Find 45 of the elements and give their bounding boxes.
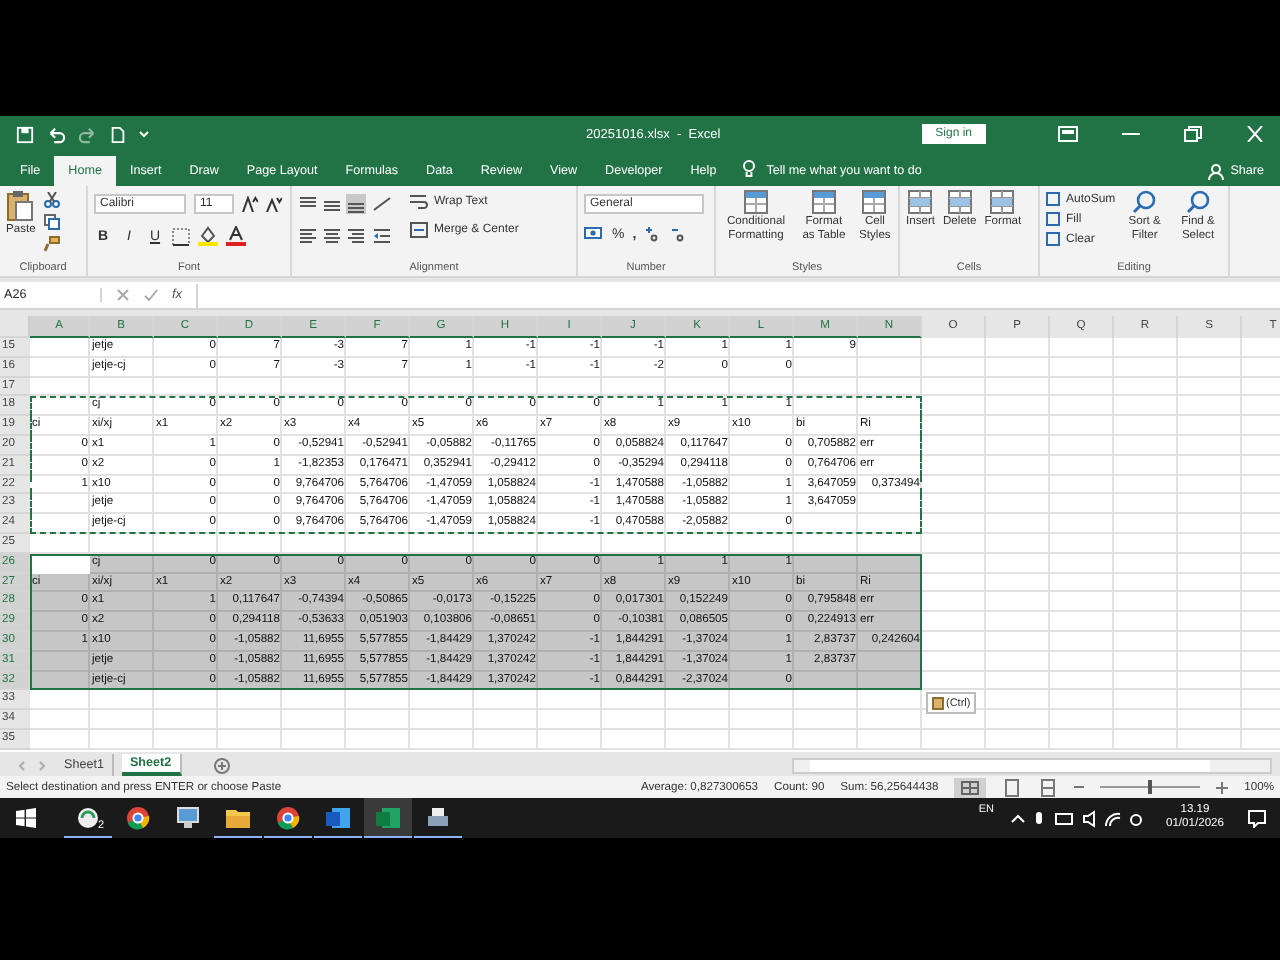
network-app-icon[interactable] — [176, 806, 200, 830]
page-break-icon[interactable] — [1038, 777, 1059, 797]
notification-icon[interactable] — [1248, 809, 1266, 827]
wrap-text-icon — [410, 194, 428, 210]
restore-icon[interactable] — [1184, 126, 1202, 142]
horizontal-scrollbar[interactable] — [792, 757, 1272, 773]
font-color-icon[interactable] — [226, 226, 246, 246]
redo-icon[interactable] — [78, 125, 98, 143]
browser-icon[interactable] — [276, 805, 300, 829]
currency-icon[interactable] — [584, 226, 604, 242]
lightbulb-icon — [742, 160, 757, 178]
undo-icon[interactable] — [46, 125, 66, 143]
spreadsheet-app-icon[interactable] — [376, 805, 400, 829]
add-sheet-icon[interactable] — [213, 757, 230, 773]
magnifier-icon — [1186, 190, 1210, 214]
zoom-slider-thumb[interactable] — [1148, 780, 1153, 794]
grow-font-icon[interactable] — [242, 196, 258, 212]
copy-icon[interactable] — [43, 214, 60, 230]
save-icon[interactable] — [16, 125, 34, 143]
magnifier-icon — [1132, 190, 1157, 214]
fill-color-icon[interactable] — [198, 226, 218, 246]
decrease-decimal-icon[interactable] — [670, 226, 689, 242]
page-layout-icon[interactable] — [1002, 777, 1023, 797]
browser-icon[interactable] — [126, 806, 150, 830]
increase-decimal-icon[interactable] — [644, 226, 663, 242]
clipboard-icon — [932, 696, 944, 710]
merge-icon — [410, 222, 428, 238]
format-painter-icon[interactable] — [43, 236, 60, 252]
person-icon — [1208, 163, 1225, 179]
shrink-font-icon[interactable] — [266, 196, 282, 212]
close-icon[interactable] — [1246, 126, 1264, 142]
new-file-icon[interactable] — [110, 125, 126, 143]
normal-view-icon[interactable] — [954, 777, 987, 797]
scissors-icon[interactable] — [43, 192, 60, 208]
borders-icon[interactable] — [172, 227, 190, 245]
word-processor-icon[interactable] — [326, 805, 350, 829]
ribbon-display-icon[interactable] — [1058, 126, 1078, 142]
check-icon[interactable] — [144, 288, 158, 302]
windows-start-icon[interactable] — [16, 808, 36, 828]
sync-app-icon[interactable] — [76, 805, 100, 829]
active-cell[interactable] — [30, 553, 90, 574]
folder-icon[interactable] — [226, 806, 250, 828]
zoom-in-icon[interactable] — [1216, 781, 1229, 793]
dropdown-icon[interactable] — [138, 128, 150, 140]
printer-icon[interactable] — [426, 805, 450, 829]
